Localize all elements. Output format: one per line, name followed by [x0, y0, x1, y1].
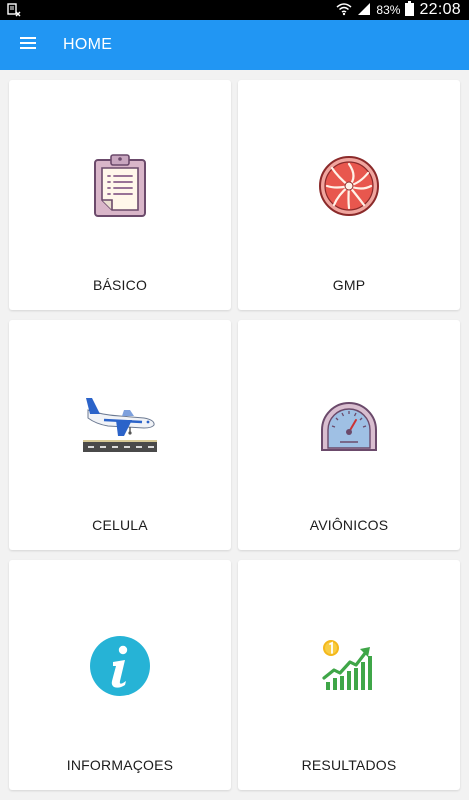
battery-percent: 83%	[376, 3, 401, 17]
signal-icon	[357, 2, 371, 19]
app-bar: HOME	[0, 20, 469, 70]
card-label: CELULA	[92, 517, 148, 533]
card-label: GMP	[332, 277, 366, 293]
card-avionicos[interactable]: AVIÔNICOS	[238, 320, 460, 550]
airplane-landing-icon	[82, 396, 158, 461]
menu-button[interactable]	[14, 32, 42, 58]
turbine-engine-icon	[318, 155, 380, 222]
gauge-dial-icon	[318, 398, 380, 459]
home-grid: BÁSICO GMP CELULA AVIÔNICOS INFORMAÇOES …	[0, 70, 469, 800]
battery-icon	[405, 1, 415, 19]
card-label: AVIÔNICOS	[309, 517, 389, 533]
card-resultados[interactable]: RESULTADOS	[238, 560, 460, 790]
info-icon	[89, 635, 151, 702]
card-label: BÁSICO	[92, 277, 148, 293]
card-celula[interactable]: CELULA	[9, 320, 231, 550]
page-title: HOME	[63, 36, 113, 53]
growth-chart-icon	[320, 638, 378, 699]
card-label: RESULTADOS	[301, 757, 397, 773]
status-bar: 83% 22:08	[0, 0, 469, 20]
card-basico[interactable]: BÁSICO	[9, 80, 231, 310]
wifi-icon	[336, 2, 352, 19]
status-clock: 22:08	[419, 1, 461, 18]
card-label: INFORMAÇOES	[66, 757, 174, 773]
clipboard-checklist-icon	[92, 153, 148, 223]
card-gmp[interactable]: GMP	[238, 80, 460, 310]
notification-icon	[6, 2, 22, 18]
card-informacoes[interactable]: INFORMAÇOES	[9, 560, 231, 790]
hamburger-menu-icon	[20, 36, 36, 54]
